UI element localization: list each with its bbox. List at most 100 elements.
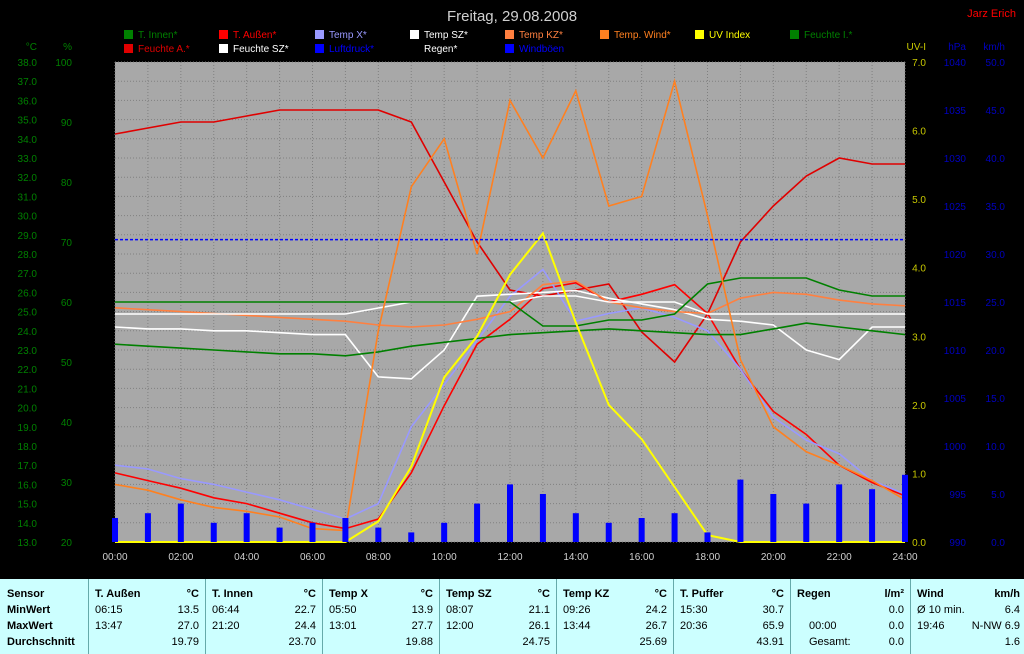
axis-tick-label: 2.0: [95, 346, 109, 357]
wind-bar: [770, 494, 777, 542]
axis-tick-label: 13.0: [18, 538, 38, 549]
axis-tick-label: 1015: [944, 298, 967, 309]
wind-bar: [276, 527, 283, 542]
axis-tick-label: 0.0: [991, 538, 1005, 549]
column-name: Wind: [917, 588, 944, 600]
stats-wind: Wind km/h Ø 10 min. 6.4 19:46 N-NW 6.9 1.6: [910, 579, 1024, 654]
axis-tick-label: 10.0: [986, 442, 1006, 453]
x-tick-label: 00:00: [102, 552, 127, 563]
legend-swatch: [600, 30, 609, 39]
x-tick-label: 18:00: [695, 552, 720, 563]
max-time: 20:36: [680, 620, 708, 632]
avg-value: 43.91: [756, 636, 784, 648]
rain-min: 0.0: [888, 604, 904, 616]
axis-tick-label: 7.0: [912, 58, 926, 69]
axis-tick-label: 45.0: [986, 106, 1006, 117]
wind-bar: [539, 494, 546, 542]
x-tick-label: 12:00: [497, 552, 522, 563]
min-value: 21.1: [528, 604, 550, 616]
max-value: 24.4: [294, 620, 316, 632]
column-name: Temp SZ: [446, 588, 492, 600]
axis-tick-label: 19.0: [18, 423, 38, 434]
rain-total-label: Gesamt:: [809, 636, 851, 648]
legend-swatch: [790, 30, 799, 39]
x-tick-label: 02:00: [168, 552, 193, 563]
max-time: 21:20: [212, 620, 240, 632]
axis-tick-label: 990: [949, 538, 966, 549]
wind-bar: [737, 479, 744, 542]
wind-bar: [902, 474, 908, 542]
column-unit: °C: [537, 588, 550, 600]
axis-unit: hPa: [948, 42, 966, 53]
axis-tick-label: 3.0: [912, 332, 926, 343]
wind-bar: [441, 522, 448, 542]
legend-swatch: [505, 44, 514, 53]
wind-bar: [177, 503, 184, 542]
wind-bar: [507, 484, 513, 542]
axis-tick-label: 1000: [944, 442, 967, 453]
axis-tick-label: 26.0: [18, 288, 38, 299]
x-tick-label: 24:00: [892, 552, 917, 563]
axis-tick-label: 3.0: [95, 250, 109, 261]
stats-column: T. Innen °C 06:44 22.7 21:20 24.4 23.70: [205, 579, 322, 654]
axis-tick-label: 20.0: [18, 404, 38, 415]
axis-tick-label: 18.0: [18, 442, 38, 453]
legend-swatch: [410, 30, 419, 39]
legend-label: Temp X*: [329, 30, 367, 41]
stats-column: Temp KZ °C 09:26 24.2 13:44 26.7 25.69: [556, 579, 673, 654]
axis-tick-label: 27.0: [18, 269, 38, 280]
wind-mean: 1.6: [1004, 636, 1020, 648]
min-value: 13.5: [177, 604, 199, 616]
wind-bar: [605, 522, 612, 542]
column-unit: l/m²: [884, 588, 904, 600]
axis-tick-label: 1030: [944, 154, 967, 165]
min-time: 06:44: [212, 604, 240, 616]
legend-label: Luftdruck*: [329, 44, 374, 55]
legend-label: Regen*: [424, 44, 457, 55]
wind-bar: [572, 513, 579, 542]
wind-bar: [704, 532, 711, 542]
avg-value: 23.70: [288, 636, 316, 648]
axis-tick-label: 2.0: [912, 401, 926, 412]
axis-tick-label: 40.0: [986, 154, 1006, 165]
wind-bar: [112, 518, 118, 542]
stats-column: T. Puffer °C 15:30 30.7 20:36 65.9 43.91: [673, 579, 790, 654]
row-label: MaxWert: [7, 620, 53, 632]
axis-tick-label: 70: [61, 238, 73, 249]
legend-label: Feuchte I.*: [804, 30, 852, 41]
axis-tick-label: 17.0: [18, 461, 38, 472]
axis-tick-label: 23.0: [18, 346, 38, 357]
x-tick-label: 20:00: [761, 552, 786, 563]
axis-tick-label: 15.0: [986, 394, 1006, 405]
legend-label: Feuchte SZ*: [233, 44, 289, 55]
chart-title: Freitag, 29.08.2008: [447, 8, 577, 25]
wind-bar: [638, 518, 645, 542]
axis-tick-label: 25.0: [986, 298, 1006, 309]
stats-rain: Regen l/m² 00:00 0.0 Gesamt: 0.0 0.0: [790, 579, 910, 654]
wind-bar: [210, 522, 217, 542]
column-unit: °C: [303, 588, 316, 600]
legend-label: T. Innen*: [138, 30, 178, 41]
legend-swatch: [124, 44, 133, 53]
stats-column: T. Außen °C 06:15 13.5 13:47 27.0 19.79: [88, 579, 205, 654]
min-time: 09:26: [563, 604, 591, 616]
axis-tick-label: 20: [61, 538, 73, 549]
column-unit: °C: [186, 588, 199, 600]
axis-tick-label: 90: [61, 118, 73, 129]
axis-tick-label: 100: [55, 58, 72, 69]
min-time: 05:50: [329, 604, 357, 616]
axis-tick-label: 31.0: [18, 192, 38, 203]
wind-bar: [474, 503, 481, 542]
column-name: T. Puffer: [680, 588, 724, 600]
x-tick-label: 22:00: [827, 552, 852, 563]
stats-column: Temp X °C 05:50 13.9 13:01 27.7 19.88: [322, 579, 439, 654]
legend-swatch: [410, 44, 419, 53]
chart-area: °C 38.0 37.0 36.0 35.0 34.0 33.0 32.0 31.0 30.0 29…: [0, 0, 1024, 578]
axis-tick-label: 50.0: [986, 58, 1006, 69]
weather-chart: °C 38.0 37.0 36.0 35.0 34.0 33.0 32.0 31.0 30.0 29…: [0, 0, 1024, 578]
axis-tick-label: 60: [61, 298, 73, 309]
legend-label: T. Außen*: [233, 30, 276, 41]
wind-bar: [671, 513, 678, 542]
legend-label: Windböen: [519, 44, 564, 55]
axis-tick-label: 50: [61, 358, 73, 369]
